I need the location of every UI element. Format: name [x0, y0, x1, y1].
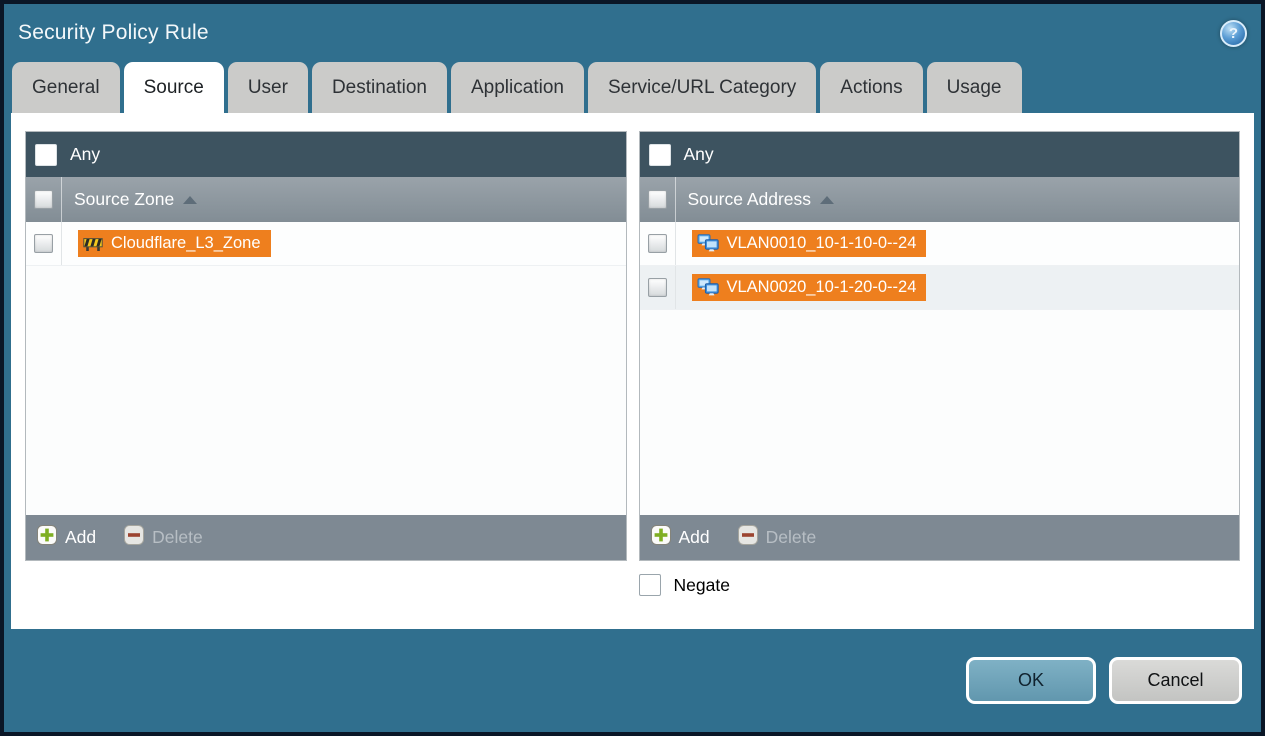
source-zone-panel: Any Source Zone Cloudflare_L3_Zone Add D… — [25, 131, 627, 561]
add-plus-icon — [37, 525, 57, 550]
source-address-column-header[interactable]: Source Address — [639, 177, 1239, 222]
address-icon — [697, 278, 719, 296]
table-row-vlan0020-10-1-20-0-24[interactable]: VLAN0020_10-1-20-0--24 — [639, 266, 1239, 310]
ok-button[interactable]: OK — [966, 657, 1096, 704]
tab-actions[interactable]: Actions — [820, 62, 923, 113]
source-address-any-row: Any — [639, 132, 1239, 177]
row-checkbox[interactable] — [647, 278, 667, 297]
delete-label: Delete — [152, 527, 203, 547]
dialog-titlebar: Security Policy Rule ? — [4, 4, 1261, 62]
row-label: VLAN0010_10-1-10-0--24 — [726, 233, 917, 252]
zone-icon — [83, 236, 103, 252]
help-icon[interactable]: ? — [1220, 19, 1247, 47]
row-checkbox-cell — [26, 222, 62, 265]
source-address-panel: Any Source Address VLAN0010_10-1-10-0--2… — [638, 131, 1240, 561]
object-tag[interactable]: VLAN0010_10-1-10-0--24 — [691, 229, 927, 257]
add-label: Add — [678, 527, 710, 547]
table-row-cloudflare-l3-zone[interactable]: Cloudflare_L3_Zone — [26, 222, 626, 266]
source-zone-selectall-checkbox[interactable] — [34, 190, 53, 209]
source-zone-any-checkbox[interactable] — [35, 143, 57, 166]
tab-content: Any Source Zone Cloudflare_L3_Zone Add D… — [11, 113, 1254, 629]
tab-source[interactable]: Source — [123, 62, 224, 113]
row-checkbox-cell — [640, 222, 676, 265]
tab-user[interactable]: User — [227, 62, 308, 113]
panels-container: Any Source Zone Cloudflare_L3_Zone Add D… — [25, 131, 1240, 561]
tab-destination[interactable]: Destination — [311, 62, 447, 113]
negate-checkbox[interactable] — [638, 574, 661, 596]
negate-row: Negate — [638, 574, 1241, 596]
source-zone-add-button[interactable]: Add — [37, 525, 96, 550]
add-plus-icon — [650, 525, 671, 550]
source-address-any-label: Any — [683, 144, 714, 164]
source-zone-list: Cloudflare_L3_Zone — [26, 222, 626, 515]
source-zone-toolbar: Add Delete — [26, 515, 626, 560]
row-content: VLAN0010_10-1-10-0--24 — [676, 229, 927, 258]
source-address-list: VLAN0010_10-1-10-0--24 VLAN0020_10-1-20-… — [639, 222, 1239, 515]
delete-minus-icon — [737, 525, 758, 550]
source-zone-column-title: Source Zone — [74, 189, 175, 209]
sort-ascending-icon — [820, 195, 835, 204]
source-address-any-checkbox[interactable] — [648, 143, 671, 166]
table-row-vlan0010-10-1-10-0-24[interactable]: VLAN0010_10-1-10-0--24 — [639, 222, 1239, 266]
delete-label: Delete — [765, 527, 817, 547]
sort-ascending-icon — [183, 195, 198, 204]
tab-bar: General Source User Destination Application S… — [4, 62, 1261, 113]
delete-minus-icon — [124, 525, 145, 550]
cancel-button[interactable]: Cancel — [1109, 657, 1242, 704]
source-zone-delete-button[interactable]: Delete — [124, 525, 203, 550]
row-checkbox[interactable] — [647, 234, 667, 253]
source-address-delete-button[interactable]: Delete — [737, 525, 817, 550]
row-content: VLAN0020_10-1-20-0--24 — [676, 273, 927, 302]
object-tag[interactable]: VLAN0020_10-1-20-0--24 — [691, 273, 927, 301]
source-address-add-button[interactable]: Add — [650, 525, 710, 550]
source-address-selectall-checkbox[interactable] — [647, 190, 667, 209]
row-label: VLAN0020_10-1-20-0--24 — [726, 277, 917, 296]
tab-usage[interactable]: Usage — [926, 62, 1022, 113]
address-icon — [697, 234, 719, 252]
source-zone-any-label: Any — [70, 144, 101, 164]
object-tag[interactable]: Cloudflare_L3_Zone — [78, 230, 271, 257]
add-label: Add — [65, 527, 97, 547]
tab-application[interactable]: Application — [451, 62, 584, 113]
source-address-column-title: Source Address — [687, 189, 812, 209]
tab-service-url-category[interactable]: Service/URL Category — [587, 62, 817, 113]
source-zone-column-header[interactable]: Source Zone — [26, 177, 626, 222]
row-checkbox[interactable] — [34, 234, 53, 253]
source-zone-any-row: Any — [26, 132, 626, 177]
dialog-button-bar: OK Cancel — [4, 629, 1261, 732]
dialog-title: Security Policy Rule — [18, 21, 209, 44]
security-policy-rule-dialog: Security Policy Rule ? General Source User… — [0, 0, 1265, 736]
row-checkbox-cell — [640, 266, 676, 309]
tab-general[interactable]: General — [12, 62, 120, 113]
row-content: Cloudflare_L3_Zone — [62, 230, 271, 257]
negate-label: Negate — [673, 574, 730, 595]
row-label: Cloudflare_L3_Zone — [111, 234, 261, 252]
source-address-toolbar: Add Delete — [639, 515, 1239, 560]
